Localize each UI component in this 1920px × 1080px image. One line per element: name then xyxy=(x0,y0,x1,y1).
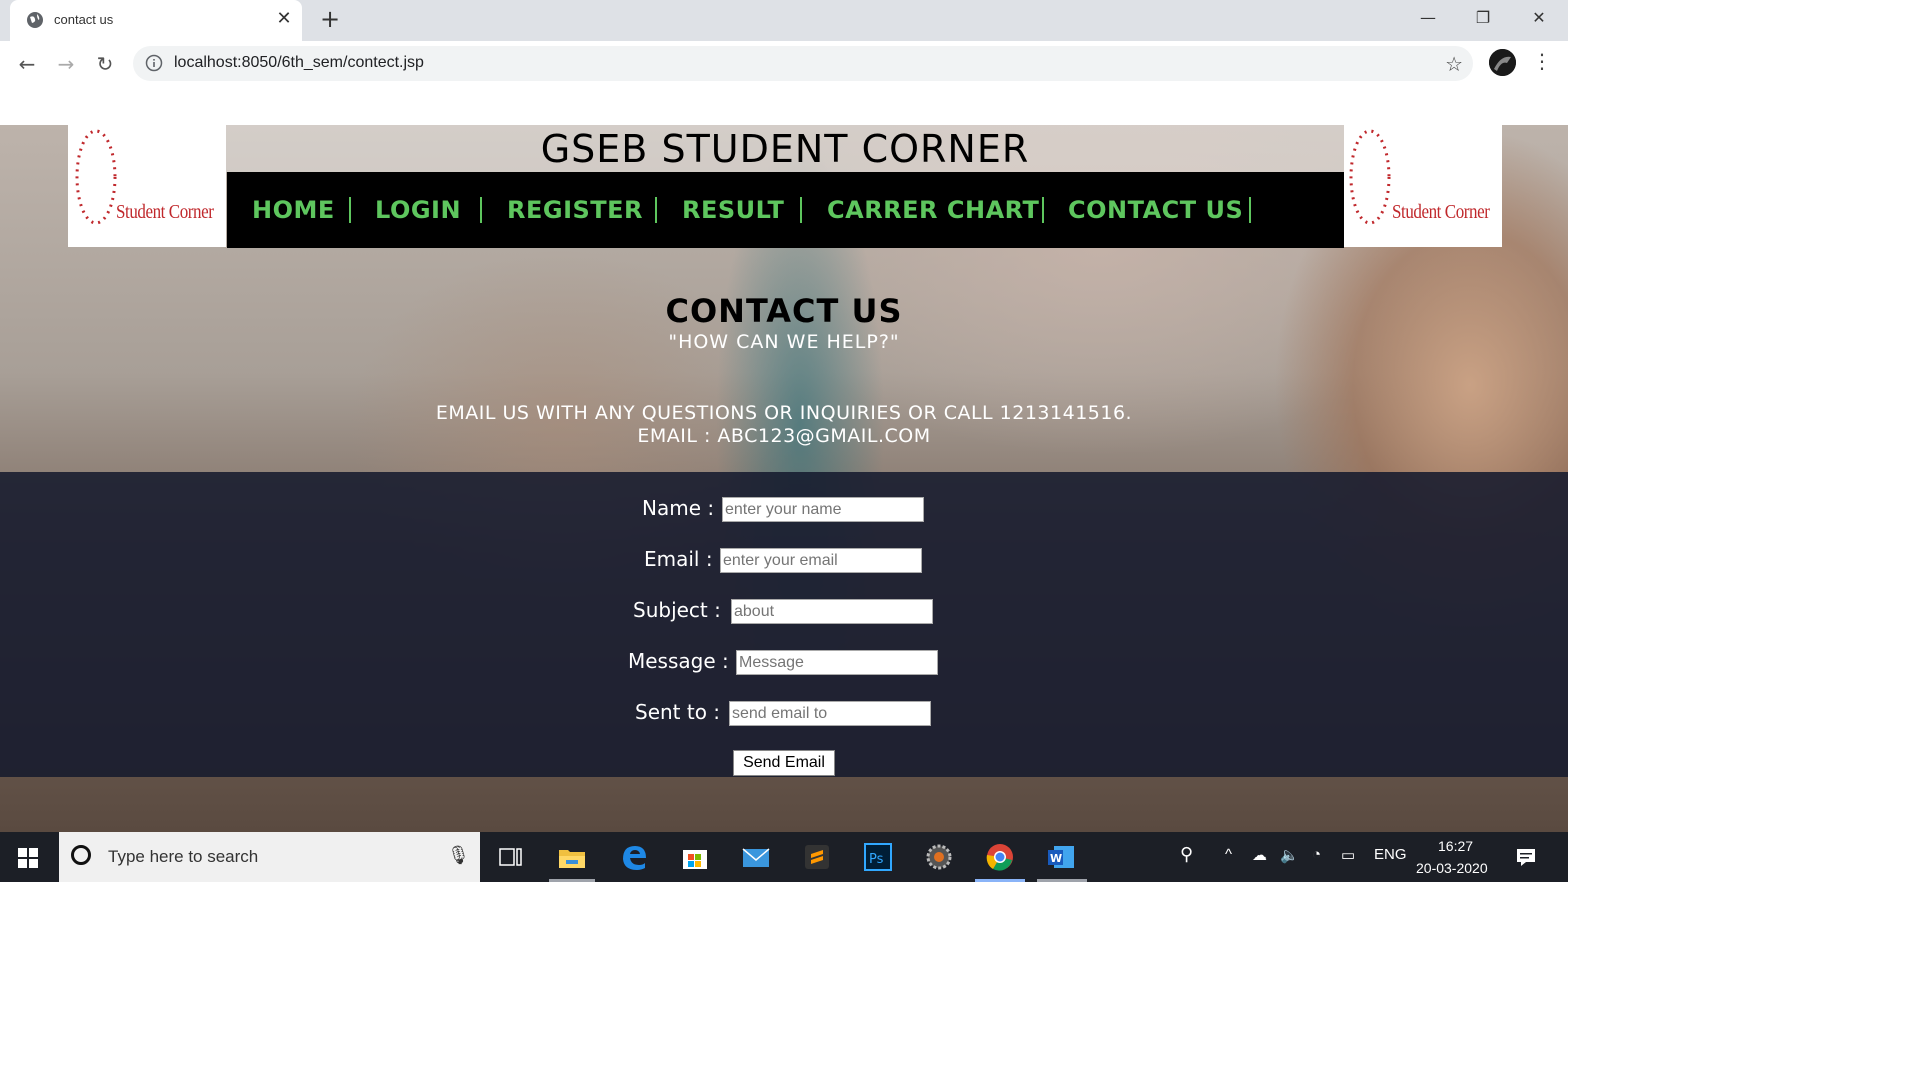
email-label: Email : xyxy=(644,547,713,571)
page-subtitle: "HOW CAN WE HELP?" xyxy=(668,331,900,353)
microphone-icon[interactable]: 🎙 xyxy=(447,845,470,866)
active-app-indicator xyxy=(1037,879,1087,882)
active-app-indicator xyxy=(549,879,595,882)
logo-right[interactable]: Student Corner xyxy=(1344,125,1502,247)
form-row-name: Name : xyxy=(0,496,1568,527)
reload-icon[interactable]: ↻ xyxy=(92,51,118,77)
nav-separator xyxy=(349,197,351,223)
address-bar[interactable]: localhost:8050/6th_sem/contect.jsp ☆ xyxy=(133,46,1473,81)
taskbar: Type here to search 🎙 Ps W ⚲ ^ ☁ 🔈 ◔ ▭ E… xyxy=(0,832,1568,882)
logo-text: Student Corner xyxy=(1392,201,1490,223)
restore-icon[interactable]: ❐ xyxy=(1468,6,1498,30)
nav-result[interactable]: RESULT xyxy=(682,196,784,224)
logo-left[interactable]: Student Corner xyxy=(68,125,226,247)
browser-tab[interactable]: contact us ✕ xyxy=(10,0,302,41)
url-text[interactable]: localhost:8050/6th_sem/contect.jsp xyxy=(174,54,424,72)
nav-separator xyxy=(480,197,482,223)
nav-separator xyxy=(800,197,802,223)
mail-icon[interactable] xyxy=(741,842,771,872)
page-background: Student Corner Student Corner GSEB STUDE… xyxy=(0,125,1568,832)
svg-text:W: W xyxy=(1050,852,1062,865)
new-tab-icon[interactable]: + xyxy=(318,7,342,32)
send-email-button[interactable]: Send Email xyxy=(733,750,835,776)
settings-gear-icon[interactable] xyxy=(924,842,954,872)
logo-ring-icon xyxy=(75,129,117,225)
subject-label: Subject : xyxy=(633,598,721,622)
contact-email-line: EMAIL : ABC123@GMAIL.COM xyxy=(637,425,931,447)
photoshop-icon[interactable]: Ps xyxy=(863,842,893,872)
clock-date[interactable]: 20-03-2020 xyxy=(1416,860,1488,876)
chrome-icon[interactable] xyxy=(985,842,1015,872)
name-label: Name : xyxy=(642,496,715,520)
notification-center-icon[interactable] xyxy=(1512,843,1540,871)
email-input[interactable] xyxy=(720,548,922,573)
message-label: Message : xyxy=(628,649,729,673)
logo-text: Student Corner xyxy=(116,201,214,223)
nav-login[interactable]: LOGIN xyxy=(375,196,461,224)
browser-toolbar: ← → ↻ localhost:8050/6th_sem/contect.jsp… xyxy=(0,41,1568,87)
back-icon[interactable]: ← xyxy=(14,51,40,77)
form-row-email: Email : xyxy=(0,547,1568,578)
taskbar-search[interactable]: Type here to search 🎙 xyxy=(59,832,480,882)
nav-home[interactable]: HOME xyxy=(252,196,335,224)
people-icon[interactable]: ⚲ xyxy=(1180,844,1193,865)
language-indicator[interactable]: ENG xyxy=(1374,846,1407,863)
sent-to-input[interactable] xyxy=(729,701,931,726)
word-icon[interactable]: W xyxy=(1046,842,1076,872)
globe-icon xyxy=(27,12,43,28)
info-icon[interactable] xyxy=(145,54,163,72)
bookmark-star-icon[interactable]: ☆ xyxy=(1445,52,1463,76)
task-view-icon[interactable] xyxy=(496,842,526,872)
active-app-indicator xyxy=(975,879,1025,882)
svg-text:Ps: Ps xyxy=(869,852,884,867)
main-nav: HOME LOGIN REGISTER RESULT CARRER CHART … xyxy=(227,172,1344,248)
avatar-image xyxy=(1489,49,1516,76)
sublime-text-icon[interactable] xyxy=(802,842,832,872)
taskbar-search-placeholder: Type here to search xyxy=(108,847,259,866)
store-icon[interactable] xyxy=(680,842,710,872)
forward-icon[interactable]: → xyxy=(53,51,79,77)
battery-icon[interactable]: ▭ xyxy=(1341,846,1355,864)
name-input[interactable] xyxy=(722,497,924,522)
profile-avatar[interactable] xyxy=(1489,49,1516,76)
sent-to-label: Sent to : xyxy=(635,700,721,724)
nav-contact-us[interactable]: CONTACT US xyxy=(1068,196,1243,224)
volume-icon[interactable]: 🔈 xyxy=(1280,846,1299,864)
wifi-icon[interactable]: ◔ xyxy=(1312,846,1321,863)
nav-separator xyxy=(1249,197,1251,223)
close-window-icon[interactable]: ✕ xyxy=(1524,6,1554,30)
clock-time[interactable]: 16:27 xyxy=(1438,838,1473,854)
contact-form: Name : Email : Subject : Message : Sent … xyxy=(0,472,1568,777)
nav-separator xyxy=(1042,197,1044,223)
onedrive-cloud-icon[interactable]: ☁ xyxy=(1252,846,1267,864)
nav-carrer-chart[interactable]: CARRER CHART xyxy=(827,196,1039,224)
page-title: CONTACT US xyxy=(665,292,903,330)
browser-tab-strip: contact us ✕ + — ❐ ✕ xyxy=(0,0,1568,41)
site-title: GSEB STUDENT CORNER xyxy=(540,127,1030,171)
edge-browser-icon[interactable] xyxy=(619,842,649,872)
tab-title: contact us xyxy=(54,12,114,27)
nav-register[interactable]: REGISTER xyxy=(507,196,643,224)
form-row-message: Message : xyxy=(0,649,1568,680)
nav-separator xyxy=(655,197,657,223)
form-row-subject: Subject : xyxy=(0,598,1568,629)
minimize-icon[interactable]: — xyxy=(1413,6,1443,30)
file-explorer-icon[interactable] xyxy=(557,842,587,872)
close-tab-icon[interactable]: ✕ xyxy=(273,8,295,30)
chevron-up-icon[interactable]: ^ xyxy=(1225,846,1232,863)
cortana-icon[interactable] xyxy=(71,845,91,865)
browser-menu-icon[interactable]: ⋮ xyxy=(1532,49,1552,73)
logo-ring-icon xyxy=(1349,129,1391,225)
message-input[interactable] xyxy=(736,650,938,675)
form-row-sent-to: Sent to : xyxy=(0,700,1568,731)
contact-info-line: EMAIL US WITH ANY QUESTIONS OR INQUIRIES… xyxy=(435,402,1133,424)
subject-input[interactable] xyxy=(731,599,933,624)
windows-start-icon[interactable] xyxy=(18,848,38,868)
